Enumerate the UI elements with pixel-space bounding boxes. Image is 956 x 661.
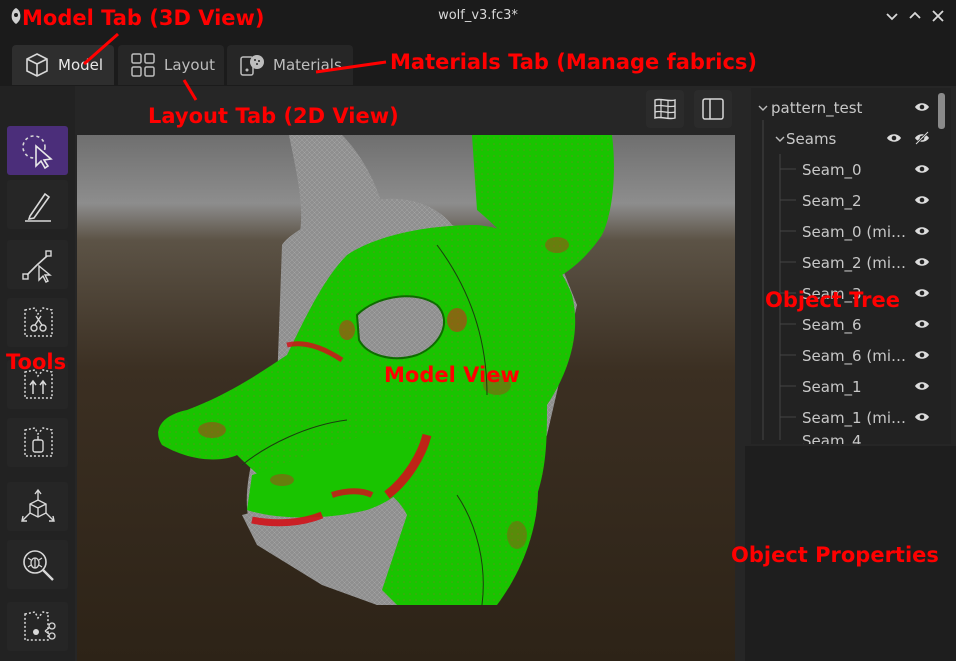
annotation-object-properties: Object Properties (731, 543, 939, 567)
annotation-model-view: Model View (384, 363, 520, 387)
annotation-materials-tab: Materials Tab (Manage fabrics) (390, 50, 758, 74)
annotation-tools: Tools (6, 350, 67, 374)
annotation-model-tab: Model Tab (3D View) (22, 6, 265, 30)
annotation-object-tree: Object Tree (765, 288, 900, 312)
annotation-layout-tab: Layout Tab (2D View) (148, 104, 399, 128)
